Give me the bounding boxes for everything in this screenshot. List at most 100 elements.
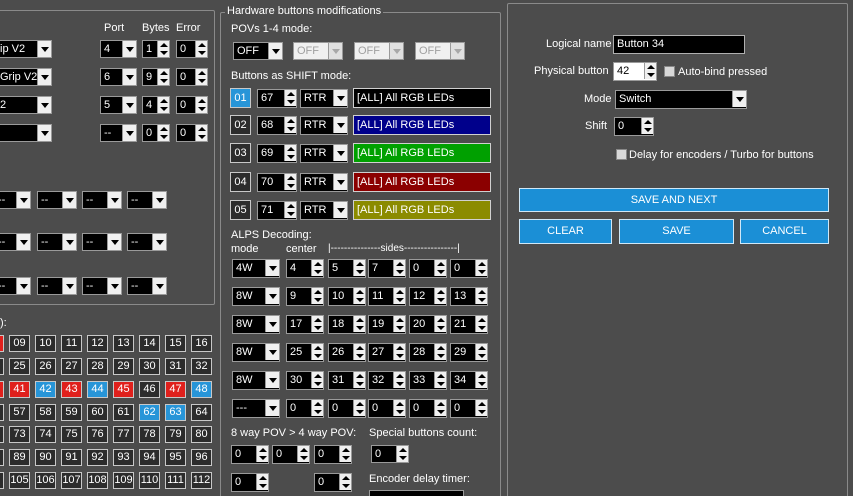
- chevron-down-icon[interactable]: [152, 234, 166, 250]
- alps-value-spin[interactable]: 27: [368, 343, 406, 362]
- cancel-button[interactable]: CANCEL: [740, 219, 829, 244]
- dash-combo[interactable]: --: [127, 191, 167, 209]
- pov8-spin[interactable]: 0: [272, 445, 310, 464]
- dash-combo[interactable]: --: [37, 233, 77, 251]
- dash-combo[interactable]: --: [127, 233, 167, 251]
- alps-mode-combo[interactable]: 8W: [232, 343, 280, 362]
- port-combo[interactable]: --: [100, 124, 137, 142]
- chevron-down-icon[interactable]: [265, 372, 279, 388]
- spin-arrows-icon[interactable]: [353, 288, 365, 304]
- alps-value-spin[interactable]: 17: [286, 315, 324, 334]
- alps-value-spin[interactable]: 19: [368, 315, 406, 334]
- button-cell[interactable]: 47: [165, 381, 186, 398]
- alps-value-spin[interactable]: 5: [328, 259, 366, 278]
- dash-combo[interactable]: --: [0, 277, 31, 295]
- button-cell[interactable]: [0, 404, 4, 421]
- button-cell[interactable]: 63: [165, 404, 186, 421]
- alps-value-spin[interactable]: 4: [286, 259, 324, 278]
- dash-combo[interactable]: --: [37, 191, 77, 209]
- spin-arrows-icon[interactable]: [434, 316, 446, 332]
- button-cell[interactable]: 77: [113, 426, 134, 443]
- spin-arrows-icon[interactable]: [353, 344, 365, 360]
- spin-arrows-icon[interactable]: [157, 69, 169, 85]
- spin-arrows-icon[interactable]: [475, 344, 487, 360]
- spin-arrows-icon[interactable]: [475, 400, 487, 416]
- button-cell[interactable]: 110: [139, 472, 160, 489]
- shift-mode-combo[interactable]: RTR: [300, 173, 348, 192]
- alps-value-spin[interactable]: 0: [450, 259, 488, 278]
- spin-arrows-icon[interactable]: [393, 316, 405, 332]
- spin-arrows-icon[interactable]: [353, 260, 365, 276]
- chevron-down-icon[interactable]: [450, 43, 464, 59]
- button-cell[interactable]: [0, 381, 4, 398]
- button-cell[interactable]: 43: [61, 381, 82, 398]
- button-cell[interactable]: 94: [139, 449, 160, 466]
- button-cell[interactable]: 10: [35, 335, 56, 352]
- led-color-field[interactable]: [ALL] All RGB LEDs: [353, 115, 491, 135]
- alps-value-spin[interactable]: 0: [409, 259, 447, 278]
- spin-arrows-icon[interactable]: [393, 260, 405, 276]
- spin-arrows-icon[interactable]: [195, 41, 207, 57]
- button-cell[interactable]: 109: [113, 472, 134, 489]
- alps-mode-combo[interactable]: 8W: [232, 371, 280, 390]
- spin-arrows-icon[interactable]: [353, 372, 365, 388]
- chevron-down-icon[interactable]: [16, 192, 30, 208]
- pov8-spin[interactable]: 0: [314, 473, 352, 492]
- port-combo[interactable]: 5: [100, 96, 137, 114]
- spin-arrows-icon[interactable]: [157, 125, 169, 141]
- spin-arrows-icon[interactable]: [434, 372, 446, 388]
- spin-arrows-icon[interactable]: [396, 446, 408, 462]
- button-cell[interactable]: 44: [87, 381, 108, 398]
- alps-value-spin[interactable]: 20: [409, 315, 447, 334]
- spin-arrows-icon[interactable]: [311, 288, 323, 304]
- port-combo[interactable]: 6: [100, 68, 137, 86]
- alps-value-spin[interactable]: 11: [368, 287, 406, 306]
- chevron-down-icon[interactable]: [122, 125, 136, 141]
- pov8-spin[interactable]: 0: [231, 473, 269, 492]
- alps-value-spin[interactable]: 0: [286, 399, 324, 418]
- chevron-down-icon[interactable]: [37, 41, 51, 57]
- led-color-field[interactable]: [ALL] All RGB LEDs: [353, 200, 491, 220]
- button-cell[interactable]: 28: [87, 358, 108, 375]
- alps-mode-combo[interactable]: 8W: [232, 287, 280, 306]
- spin-arrows-icon[interactable]: [311, 260, 323, 276]
- save-button[interactable]: SAVE: [619, 219, 734, 244]
- spin-arrows-icon[interactable]: [157, 41, 169, 57]
- alps-value-spin[interactable]: 0: [368, 399, 406, 418]
- button-cell[interactable]: 48: [191, 381, 212, 398]
- shift-button-spin[interactable]: 67: [257, 89, 297, 108]
- spin-arrows-icon[interactable]: [393, 400, 405, 416]
- spin-arrows-icon[interactable]: [284, 174, 296, 190]
- alps-mode-combo[interactable]: 8W: [232, 315, 280, 334]
- led-color-field[interactable]: [ALL] All RGB LEDs: [353, 143, 491, 163]
- error-spin[interactable]: 0: [176, 68, 208, 86]
- pov-mode-combo[interactable]: OFF: [293, 42, 343, 60]
- shift-number[interactable]: 03: [230, 143, 251, 163]
- button-cell[interactable]: 32: [191, 358, 212, 375]
- auto-bind-checkbox[interactable]: [664, 66, 675, 77]
- shift-button-spin[interactable]: 69: [257, 144, 297, 163]
- clear-button[interactable]: CLEAR: [519, 219, 612, 244]
- logical-name-input[interactable]: Button 34: [613, 35, 745, 54]
- button-cell[interactable]: 46: [139, 381, 160, 398]
- chevron-down-icon[interactable]: [37, 69, 51, 85]
- spin-arrows-icon[interactable]: [434, 400, 446, 416]
- chevron-down-icon[interactable]: [122, 97, 136, 113]
- chevron-down-icon[interactable]: [62, 278, 76, 294]
- button-cell[interactable]: 90: [35, 449, 56, 466]
- button-cell[interactable]: [0, 449, 4, 466]
- button-cell[interactable]: 42: [35, 381, 56, 398]
- dash-combo[interactable]: --: [37, 277, 77, 295]
- special-buttons-spin[interactable]: 0: [371, 445, 409, 463]
- shift-mode-combo[interactable]: RTR: [300, 89, 348, 108]
- spin-arrows-icon[interactable]: [393, 344, 405, 360]
- chevron-down-icon[interactable]: [152, 278, 166, 294]
- alps-mode-combo[interactable]: 4W: [232, 259, 280, 278]
- bytes-spin[interactable]: 1: [142, 40, 170, 58]
- spin-arrows-icon[interactable]: [195, 97, 207, 113]
- button-cell[interactable]: 58: [35, 404, 56, 421]
- spin-arrows-icon[interactable]: [157, 97, 169, 113]
- chevron-down-icon[interactable]: [389, 43, 403, 59]
- alps-value-spin[interactable]: 34: [450, 371, 488, 390]
- chevron-down-icon[interactable]: [333, 90, 347, 106]
